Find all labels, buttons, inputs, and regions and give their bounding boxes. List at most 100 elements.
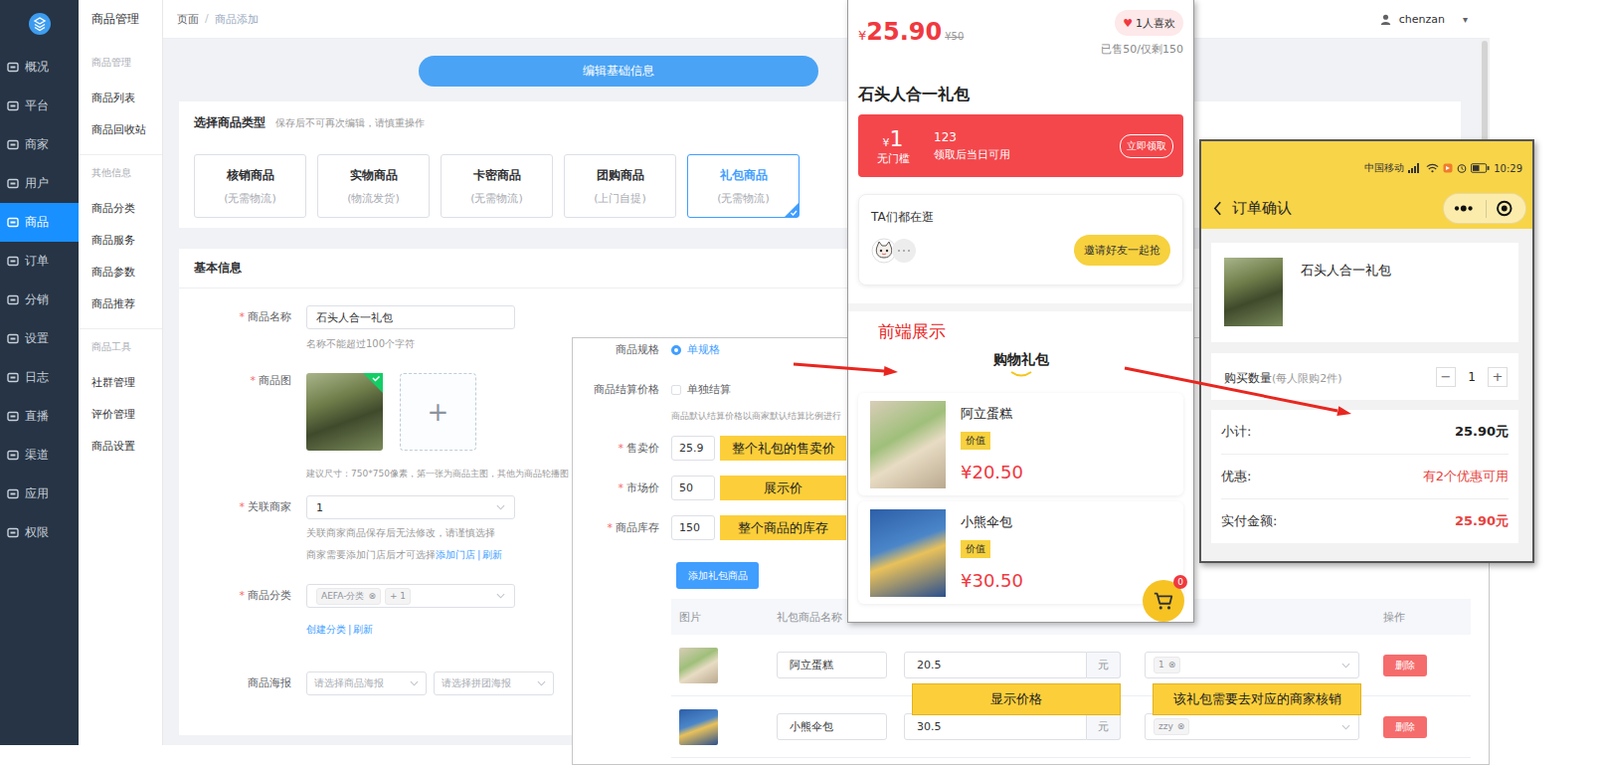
summary-value[interactable]: 有2个优惠可用 bbox=[1422, 467, 1509, 486]
field-body: 25.9整个礼包的售卖价 bbox=[671, 435, 847, 461]
close-target-icon[interactable] bbox=[1485, 193, 1526, 223]
sub-nav-item[interactable]: 商品服务 bbox=[78, 224, 163, 257]
type-title-row: 选择商品类型保存后不可再次编辑，请慎重操作 bbox=[193, 114, 1445, 132]
invite-friends-button[interactable]: 邀请好友一起抢 bbox=[1073, 234, 1171, 266]
main-nav-item[interactable]: 商品 bbox=[0, 202, 79, 242]
tag-close-button[interactable]: ⊗ bbox=[1168, 657, 1177, 673]
number-input[interactable]: 150 bbox=[671, 515, 715, 540]
type-option[interactable]: 核销商品(无需物流) bbox=[193, 154, 307, 218]
poster-select[interactable]: 请选择商品海报 bbox=[306, 671, 427, 696]
likes-badge[interactable]: ♥1人喜欢 bbox=[1114, 9, 1184, 36]
item-price-input[interactable]: 30.5 bbox=[903, 712, 1087, 740]
quantity-label: 购买数量(每人限购2件) bbox=[1224, 366, 1343, 387]
breadcrumb-item[interactable]: 页面 bbox=[177, 11, 199, 27]
tag-close-button[interactable]: ⊗ bbox=[367, 588, 376, 604]
name-input[interactable]: 石头人合一礼包 bbox=[306, 305, 516, 330]
hint-link[interactable]: 刷新 bbox=[482, 548, 503, 560]
main-nav-item[interactable]: 用户 bbox=[0, 164, 79, 203]
add-gift-item-button[interactable]: 添加礼包商品 bbox=[676, 561, 759, 589]
main-nav-item[interactable]: 渠道 bbox=[0, 435, 79, 475]
category-select[interactable]: AEFA-分类⊗+ 1 bbox=[306, 583, 516, 608]
chevron-down-icon bbox=[1341, 662, 1351, 669]
menu-icon bbox=[6, 449, 19, 462]
main-nav-item[interactable]: 直播 bbox=[0, 396, 79, 436]
merchant-select[interactable]: zzy⊗ bbox=[1144, 712, 1360, 740]
sub-nav-item[interactable]: 商品列表 bbox=[78, 82, 163, 115]
number-input[interactable]: 25.9 bbox=[671, 435, 715, 461]
item-price-input[interactable]: 20.5 bbox=[903, 651, 1087, 679]
product-photo[interactable] bbox=[306, 372, 383, 451]
decrease-button[interactable]: − bbox=[1435, 366, 1456, 387]
hint-link[interactable]: 刷新 bbox=[353, 623, 373, 635]
spec-radio[interactable]: 单规格 bbox=[671, 342, 720, 357]
claim-coupon-button[interactable]: 立即领取 bbox=[1119, 134, 1174, 159]
poster-select[interactable]: 请选择拼团海报 bbox=[433, 671, 554, 696]
coupon-value: ¥1无门槛 bbox=[858, 126, 928, 167]
name-cell: 阿立蛋糕 bbox=[776, 651, 904, 679]
main-nav-item[interactable]: 平台 bbox=[0, 86, 79, 126]
sub-nav-item[interactable]: 商品分类 bbox=[78, 192, 163, 225]
delete-button[interactable]: 删除 bbox=[1383, 654, 1427, 677]
action-cell: 删除 bbox=[1383, 654, 1471, 677]
main-nav-item[interactable]: 分销 bbox=[0, 280, 79, 320]
main-nav-item[interactable]: 权限 bbox=[0, 513, 79, 552]
sub-nav-item[interactable]: 评价管理 bbox=[78, 398, 163, 431]
cart-button[interactable]: 0 bbox=[1142, 579, 1185, 622]
sub-nav-item[interactable]: 商品回收站 bbox=[78, 114, 163, 147]
main-nav-item[interactable]: 应用 bbox=[0, 474, 79, 514]
gift-item-card[interactable]: 小熊伞包价值¥30.50 bbox=[858, 501, 1184, 604]
order-confirm-screen: 中国移动10:29订单确认石头人合一礼包购买数量(每人限购2件)−1+小计:25… bbox=[1199, 139, 1535, 563]
main-nav-item[interactable]: 商家 bbox=[0, 125, 79, 165]
nav-label: 概况 bbox=[24, 58, 49, 76]
delete-button[interactable]: 删除 bbox=[1383, 715, 1427, 738]
type-option[interactable]: 礼包商品(无需物流) bbox=[687, 154, 800, 218]
section-title: 选择商品类型 bbox=[193, 114, 266, 131]
back-arrow-icon[interactable] bbox=[1213, 200, 1223, 216]
tag-close-button[interactable]: ⊗ bbox=[1177, 718, 1186, 734]
type-option[interactable]: 实物商品(物流发货) bbox=[317, 154, 430, 218]
more-avatar-icon bbox=[890, 237, 917, 264]
gift-item-info: 小熊伞包价值¥30.50 bbox=[960, 514, 1024, 592]
increase-button[interactable]: + bbox=[1487, 366, 1508, 387]
edit-basic-info-button[interactable]: 编辑基础信息 bbox=[418, 55, 819, 87]
breadcrumb-item[interactable]: 商品添加 bbox=[214, 11, 259, 27]
quantity-value[interactable]: 1 bbox=[1461, 369, 1482, 384]
item-name-input[interactable]: 阿立蛋糕 bbox=[776, 651, 888, 679]
sub-nav-item[interactable]: 商品推荐 bbox=[78, 288, 163, 321]
merchant-select[interactable]: 1 bbox=[306, 495, 516, 520]
user-menu[interactable]: chenzan▾ bbox=[1380, 12, 1468, 26]
chevron-down-icon bbox=[409, 680, 419, 687]
add-image-button[interactable]: + bbox=[399, 372, 477, 451]
annotation-label: 显示价格 bbox=[911, 683, 1121, 715]
main-nav-item[interactable]: 订单 bbox=[0, 241, 79, 281]
merchant-tag: zzy⊗ bbox=[1153, 717, 1190, 735]
annotation-label: 整个礼包的售卖价 bbox=[719, 435, 847, 461]
price-side: ♥1人喜欢已售50/仅剩150 bbox=[1100, 9, 1184, 57]
sub-nav-item[interactable]: 商品设置 bbox=[78, 430, 163, 463]
number-input[interactable]: 50 bbox=[671, 475, 715, 501]
gift-item-card[interactable]: 阿立蛋糕价值¥20.50 bbox=[858, 392, 1184, 496]
hint-link[interactable]: 创建分类 bbox=[306, 623, 347, 635]
sale-price: 25.90 bbox=[866, 17, 942, 46]
sub-nav-group: 其他信息商品分类商品服务商品参数商品推荐 bbox=[78, 154, 163, 321]
sub-nav-item[interactable]: 社群管理 bbox=[78, 366, 163, 399]
merchant-select[interactable]: 1⊗ bbox=[1144, 651, 1360, 679]
sub-nav-item[interactable]: 商品参数 bbox=[78, 256, 163, 289]
main-nav-item[interactable]: 概况 bbox=[0, 47, 79, 87]
field-label: 商品规格 bbox=[572, 342, 660, 357]
name-cell: 小熊伞包 bbox=[776, 712, 904, 740]
item-photo bbox=[679, 647, 718, 684]
main-nav-item[interactable]: 设置 bbox=[0, 319, 79, 358]
more-dots-icon[interactable] bbox=[1443, 193, 1486, 223]
summary-label: 小计: bbox=[1221, 422, 1251, 441]
logo[interactable] bbox=[0, 0, 79, 48]
main-nav-item[interactable]: 日志 bbox=[0, 357, 79, 397]
field-body: 单独结算 bbox=[671, 381, 731, 397]
settlement-checkbox[interactable]: 单独结算 bbox=[671, 381, 731, 397]
nav-label: 设置 bbox=[24, 330, 49, 348]
item-name-input[interactable]: 小熊伞包 bbox=[776, 712, 888, 740]
hint-link[interactable]: 添加门店 bbox=[435, 548, 476, 560]
type-option[interactable]: 团购商品(上门自提) bbox=[563, 154, 677, 218]
caret-icon: ▾ bbox=[1462, 13, 1468, 25]
type-option[interactable]: 卡密商品(无需物流) bbox=[440, 154, 553, 218]
